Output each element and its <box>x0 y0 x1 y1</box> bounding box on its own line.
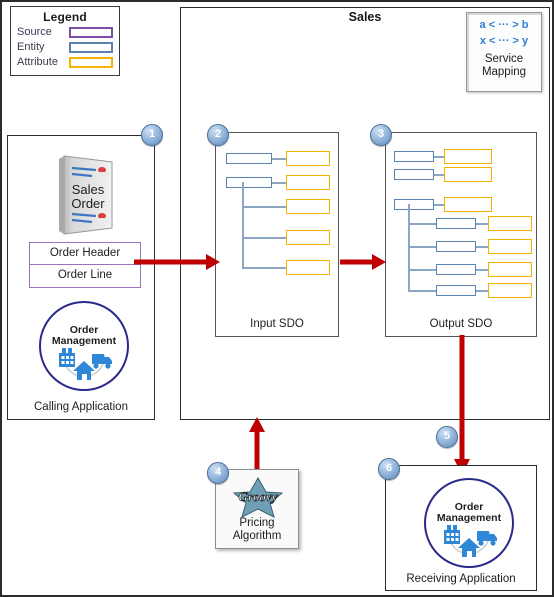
output-attribute-4 <box>488 216 532 231</box>
output-connector-6b <box>476 269 488 271</box>
output-entity-3 <box>394 199 434 210</box>
input-attribute-3 <box>286 199 330 214</box>
output-connector-3 <box>434 204 444 206</box>
legend-swatch-source <box>69 26 113 38</box>
output-connector-7b <box>476 290 488 292</box>
input-entity-1 <box>226 153 272 164</box>
legend-item-attribute: Attribute <box>17 55 119 69</box>
source-entity-box: Order Header Order Line <box>29 242 141 288</box>
input-connector-1 <box>272 158 286 160</box>
output-connector-5b <box>476 246 488 248</box>
legend-swatch-attribute <box>69 56 113 68</box>
arrow-pricing-to-sales <box>249 417 265 473</box>
pricing-label-line-2: Algorithm <box>232 530 282 542</box>
arrow-input-to-output-sdo <box>340 254 386 270</box>
groovy-logo-text: Groovy <box>239 489 278 504</box>
output-entity-5 <box>436 241 476 252</box>
input-connector-3 <box>242 206 286 208</box>
input-attribute-5 <box>286 260 330 275</box>
diagram-canvas: Legend Source Entity Attribute Sales a <… <box>0 0 554 597</box>
order-management-logo-calling: Order Management <box>39 301 129 391</box>
legend-label-attribute: Attribute <box>17 56 58 68</box>
input-sdo-box: Input SDO <box>215 132 339 337</box>
output-attribute-5 <box>488 239 532 254</box>
sales-order-document-icon: Sales Order <box>59 155 113 235</box>
pricing-algorithm-label: Pricing Algorithm <box>216 517 298 543</box>
om-logo-line-2-receiving: Management <box>437 512 502 524</box>
output-entity-4 <box>436 218 476 229</box>
input-connector-5 <box>242 267 286 269</box>
output-connector-6 <box>408 269 436 271</box>
step-marker-1: 1 <box>141 124 163 146</box>
step-marker-3: 3 <box>370 124 392 146</box>
output-attribute-2 <box>444 167 492 182</box>
input-attribute-1 <box>286 151 330 166</box>
legend-label-source: Source <box>17 26 52 38</box>
pricing-algorithm-box: Groovy Pricing Algorithm <box>215 469 299 549</box>
source-row-order-header: Order Header <box>30 243 140 265</box>
arrow-source-to-input-sdo <box>134 254 220 270</box>
output-connector-4b <box>476 223 488 225</box>
output-entity-7 <box>436 285 476 296</box>
output-connector-2 <box>434 174 444 176</box>
output-attribute-6 <box>488 262 532 277</box>
step-marker-2: 2 <box>207 124 229 146</box>
service-mapping-box: a < ··· > b x < ··· > y Service Mapping <box>466 12 542 92</box>
input-entity-2 <box>226 177 272 188</box>
sales-order-icon-line-1: Sales <box>72 182 105 197</box>
arrow-output-sdo-to-receiving <box>454 335 470 475</box>
sales-order-icon-line-2: Order <box>71 196 105 211</box>
output-connector-1 <box>434 156 444 158</box>
step-marker-6: 6 <box>378 458 400 480</box>
output-entity-6 <box>436 264 476 275</box>
input-sdo-caption: Input SDO <box>250 318 304 330</box>
output-sdo-caption: Output SDO <box>429 318 493 330</box>
service-mapping-label-2: Mapping <box>481 66 527 78</box>
receiving-application-caption: Receiving Application <box>406 573 516 585</box>
service-mapping-line-1: a < ··· > b <box>479 19 529 31</box>
legend-swatch-entity <box>69 41 113 53</box>
output-attribute-3 <box>444 197 492 212</box>
legend-title: Legend <box>43 10 87 24</box>
output-connector-4 <box>408 223 436 225</box>
legend-panel: Legend Source Entity Attribute <box>10 6 120 76</box>
step-marker-5: 5 <box>436 426 458 448</box>
om-logo-line-2-calling: Management <box>52 335 117 347</box>
input-tree-spine <box>242 182 244 268</box>
output-attribute-7 <box>488 283 532 298</box>
step-marker-4: 4 <box>207 462 229 484</box>
pricing-label-line-1: Pricing <box>239 517 275 529</box>
service-mapping-line-2: x < ··· > y <box>479 35 529 47</box>
output-connector-7 <box>408 290 436 292</box>
groovy-star-icon: Groovy <box>232 476 284 518</box>
legend-item-entity: Entity <box>17 40 119 54</box>
calling-application-caption: Calling Application <box>34 401 128 413</box>
legend-item-source: Source <box>17 25 119 39</box>
input-attribute-4 <box>286 230 330 245</box>
output-entity-1 <box>394 151 434 162</box>
input-connector-2 <box>272 182 286 184</box>
calling-application-panel: Sales Order Order Header Order Line Orde… <box>7 135 155 420</box>
output-entity-2 <box>394 169 434 180</box>
receiving-application-panel: Order Management Receiving Application <box>385 465 537 591</box>
input-connector-4 <box>242 237 286 239</box>
output-connector-5 <box>408 246 436 248</box>
service-mapping-label-1: Service <box>484 53 524 65</box>
output-sdo-box: Output SDO <box>385 132 537 337</box>
order-management-logo-receiving: Order Management <box>424 478 514 568</box>
output-attribute-1 <box>444 149 492 164</box>
legend-label-entity: Entity <box>17 41 45 53</box>
input-attribute-2 <box>286 175 330 190</box>
source-row-order-line: Order Line <box>57 269 113 281</box>
